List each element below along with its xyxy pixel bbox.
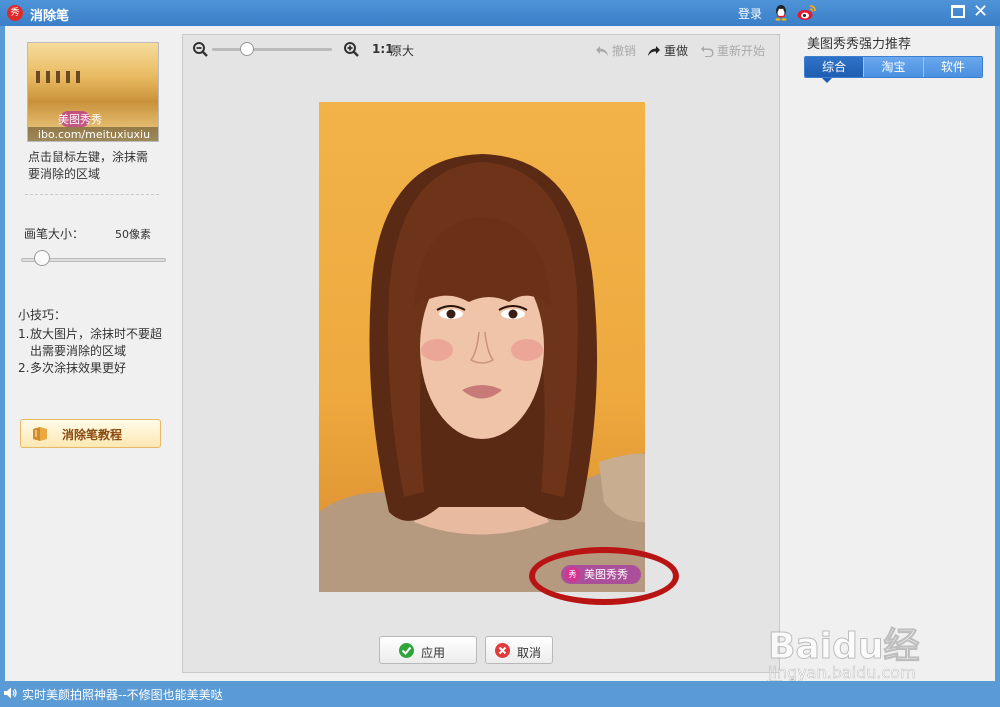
- tip-text: 放大图片，涂抹时不要超出需要消除的区域: [30, 327, 163, 358]
- close-icon[interactable]: ✕: [973, 1, 988, 22]
- thumbnail-watermark: 美图秀秀: [58, 113, 102, 126]
- highlight-ring: [529, 547, 679, 605]
- app-logo-icon: 秀: [7, 5, 23, 21]
- zoom-slider-handle[interactable]: [239, 42, 254, 56]
- brush-size-value: 50像素: [115, 228, 151, 241]
- zoom-in-icon[interactable]: [344, 42, 359, 57]
- thumbnail-decoration: [76, 71, 80, 83]
- thumbnail-decoration: [36, 71, 40, 83]
- title-bar: 秀 消除笔 登录 ✕: [0, 0, 1000, 26]
- tip-text: 多次涂抹效果更好: [30, 361, 127, 375]
- cancel-button[interactable]: 取消: [485, 636, 553, 664]
- weibo-icon[interactable]: [797, 4, 817, 21]
- baidu-url: jingyan.baidu.com: [768, 663, 916, 683]
- zoom-out-icon[interactable]: [193, 42, 208, 57]
- tab-taobao[interactable]: 淘宝: [863, 57, 923, 77]
- redo-button[interactable]: 重做: [647, 42, 688, 59]
- thumbnail-decoration: [56, 71, 60, 83]
- qq-icon[interactable]: [773, 4, 789, 21]
- brush-size-label: 画笔大小：: [24, 227, 85, 241]
- cancel-icon: [495, 643, 510, 658]
- baidu-watermark: Baidu经验 jingyan.baidu.com: [768, 605, 948, 707]
- restart-label: 重新开始: [717, 44, 766, 58]
- restart-icon: [701, 45, 714, 57]
- book-icon: [33, 427, 47, 441]
- left-panel: 美图秀秀 ibo.com/meituxiuxiu 点击鼠标左键，涂抹需要消除的区…: [5, 26, 177, 681]
- window-title: 消除笔: [30, 9, 70, 24]
- cancel-label: 取消: [517, 646, 542, 660]
- brush-size-handle[interactable]: [33, 250, 50, 266]
- login-link[interactable]: 登录: [738, 5, 762, 22]
- undo-icon: [596, 45, 608, 56]
- redo-label: 重做: [664, 44, 689, 58]
- recommend-tabs: 综合 淘宝 软件: [804, 56, 983, 78]
- maximize-icon[interactable]: [951, 5, 965, 18]
- undo-label: 撤销: [612, 44, 637, 58]
- actual-size-label[interactable]: 原大: [390, 42, 414, 59]
- restart-button[interactable]: 重新开始: [700, 42, 765, 59]
- tip-number: 2.: [18, 361, 30, 375]
- example-thumbnail: 美图秀秀 ibo.com/meituxiuxiu: [27, 42, 159, 142]
- tab-software[interactable]: 软件: [922, 57, 982, 77]
- speaker-icon: [4, 687, 17, 699]
- thumbnail-decoration: [66, 71, 70, 83]
- tab-general[interactable]: 综合: [805, 57, 864, 77]
- photo-preview[interactable]: 秀 美图秀秀: [319, 102, 645, 592]
- eraser-tutorial-button[interactable]: 消除笔教程: [20, 419, 161, 448]
- tip-item: 2. 多次涂抹效果更好: [18, 360, 168, 377]
- tip-number: 1.: [18, 327, 30, 341]
- check-icon: [399, 643, 414, 658]
- thumbnail-url: ibo.com/meituxiuxiu: [28, 127, 158, 141]
- status-bar: 实时美颜拍照神器--不修图也能美美哒: [0, 681, 1000, 707]
- editing-canvas: 1:1 原大 撤销 重做 重新开始 秀 美图秀秀 应用 取消: [182, 34, 780, 673]
- tip-item: 1. 放大图片，涂抹时不要超出需要消除的区域: [18, 326, 168, 360]
- recommend-title: 美图秀秀强力推荐: [807, 37, 912, 52]
- apply-label: 应用: [421, 646, 446, 660]
- active-tab-pointer: [822, 78, 832, 83]
- apply-button[interactable]: 应用: [379, 636, 477, 664]
- thumbnail-decoration: [46, 71, 50, 83]
- tips-list: 1. 放大图片，涂抹时不要超出需要消除的区域 2. 多次涂抹效果更好: [18, 326, 168, 377]
- zoom-slider[interactable]: [212, 48, 332, 51]
- canvas-toolbar: 1:1 原大 撤销 重做 重新开始: [183, 35, 779, 61]
- instruction-text: 点击鼠标左键，涂抹需要消除的区域: [28, 150, 149, 181]
- portrait-illustration: [319, 154, 645, 592]
- tutorial-label: 消除笔教程: [62, 428, 123, 442]
- main-area: 美图秀秀 ibo.com/meituxiuxiu 点击鼠标左键，涂抹需要消除的区…: [5, 26, 995, 681]
- redo-icon: [648, 45, 660, 56]
- status-message[interactable]: 实时美颜拍照神器--不修图也能美美哒: [22, 686, 223, 703]
- undo-button[interactable]: 撤销: [595, 42, 636, 59]
- tips-title: 小技巧：: [18, 308, 67, 322]
- divider: [25, 194, 159, 195]
